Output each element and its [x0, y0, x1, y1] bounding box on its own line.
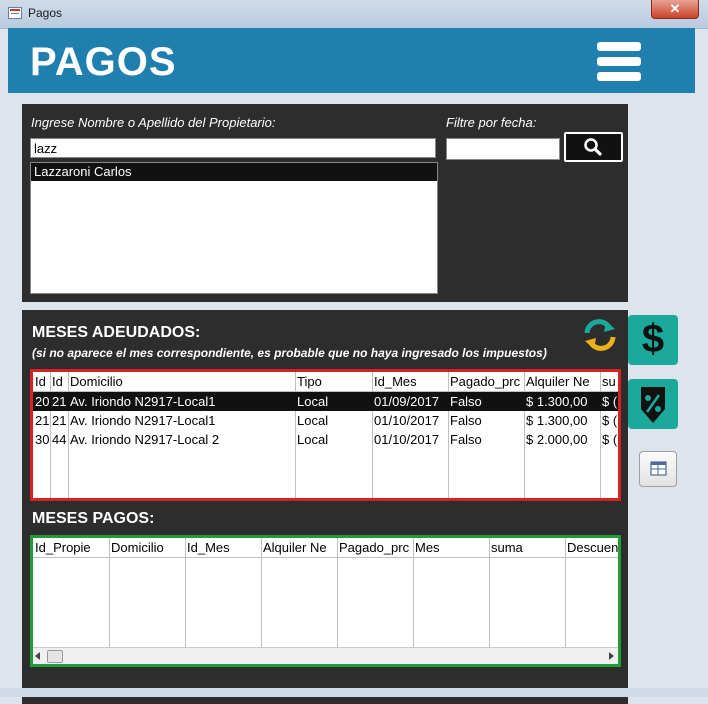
adeudados-note: (si no aparece el mes correspondiente, e…: [32, 346, 547, 360]
list-item[interactable]: Lazzaroni Carlos: [31, 163, 437, 181]
dollar-icon: $: [641, 317, 665, 361]
horizontal-scrollbar[interactable]: [33, 647, 618, 664]
column-header[interactable]: Alquiler Ne: [524, 372, 600, 391]
scroll-left-arrow[interactable]: [35, 652, 40, 660]
search-icon: [584, 138, 602, 156]
grid-view-button[interactable]: [639, 451, 677, 487]
column-header[interactable]: Pagado_prc: [448, 372, 524, 391]
column-header[interactable]: Id: [33, 372, 50, 391]
window-title: Pagos: [28, 6, 63, 20]
months-panel: MESES ADEUDADOS: (si no aparece el mes c…: [22, 310, 628, 704]
column-header[interactable]: Pagado_prc: [337, 538, 413, 557]
title-bar: Pagos ✕: [0, 0, 708, 29]
date-filter-input[interactable]: [446, 138, 560, 160]
window-bottom-border: [0, 688, 708, 697]
adeudados-title: MESES ADEUDADOS:: [32, 324, 201, 341]
column-header[interactable]: Id_Propie: [33, 538, 109, 557]
page-title: PAGOS: [30, 40, 177, 84]
search-panel: Ingrese Nombre o Apellido del Propietari…: [22, 104, 628, 302]
column-header[interactable]: Mes: [413, 538, 489, 557]
pagos-grid[interactable]: Id_Propie Domicilio Id_Mes Alquiler Ne P…: [30, 535, 621, 667]
owner-search-input[interactable]: lazz: [30, 138, 436, 158]
form-header: PAGOS: [8, 28, 695, 93]
column-header[interactable]: Descuen: [565, 538, 618, 557]
table-row[interactable]: 20 21 Av. Iriondo N2917-Local1 Local 01/…: [33, 392, 618, 411]
date-filter-label: Filtre por fecha:: [446, 115, 537, 130]
scroll-right-arrow[interactable]: [609, 652, 614, 660]
table-row[interactable]: 30 44 Av. Iriondo N2917-Local 2 Local 01…: [33, 430, 618, 449]
column-header[interactable]: su: [600, 372, 618, 391]
column-header[interactable]: Domicilio: [68, 372, 295, 391]
app-form-icon: [8, 7, 22, 19]
close-button[interactable]: ✕: [651, 0, 699, 19]
column-header[interactable]: suma: [489, 538, 565, 557]
percent-tag-icon: [641, 387, 665, 423]
pagos-form: PAGOS Ingrese Nombre o Apellido del Prop…: [8, 28, 695, 704]
payment-button[interactable]: $: [628, 315, 678, 365]
column-header[interactable]: Id_Mes: [372, 372, 448, 391]
adeudados-grid[interactable]: Id Id Domicilio Tipo Id_Mes Pagado_prc A…: [30, 369, 621, 501]
search-button[interactable]: [564, 132, 623, 162]
owner-label: Ingrese Nombre o Apellido del Propietari…: [31, 115, 276, 130]
column-header[interactable]: Domicilio: [109, 538, 185, 557]
table-row[interactable]: 21 21 Av. Iriondo N2917-Local1 Local 01/…: [33, 411, 618, 430]
owner-results-list[interactable]: Lazzaroni Carlos: [30, 162, 438, 294]
column-header[interactable]: Alquiler Ne: [261, 538, 337, 557]
column-header[interactable]: Tipo: [295, 372, 372, 391]
refresh-icon[interactable]: [582, 318, 618, 352]
scroll-thumb[interactable]: [47, 650, 63, 663]
column-header[interactable]: Id_Mes: [185, 538, 261, 557]
column-header[interactable]: Id: [50, 372, 68, 391]
pagos-title: MESES PAGOS:: [32, 510, 155, 527]
table-icon: [650, 461, 667, 476]
hamburger-menu-icon[interactable]: [597, 42, 641, 82]
discount-button[interactable]: [628, 379, 678, 429]
